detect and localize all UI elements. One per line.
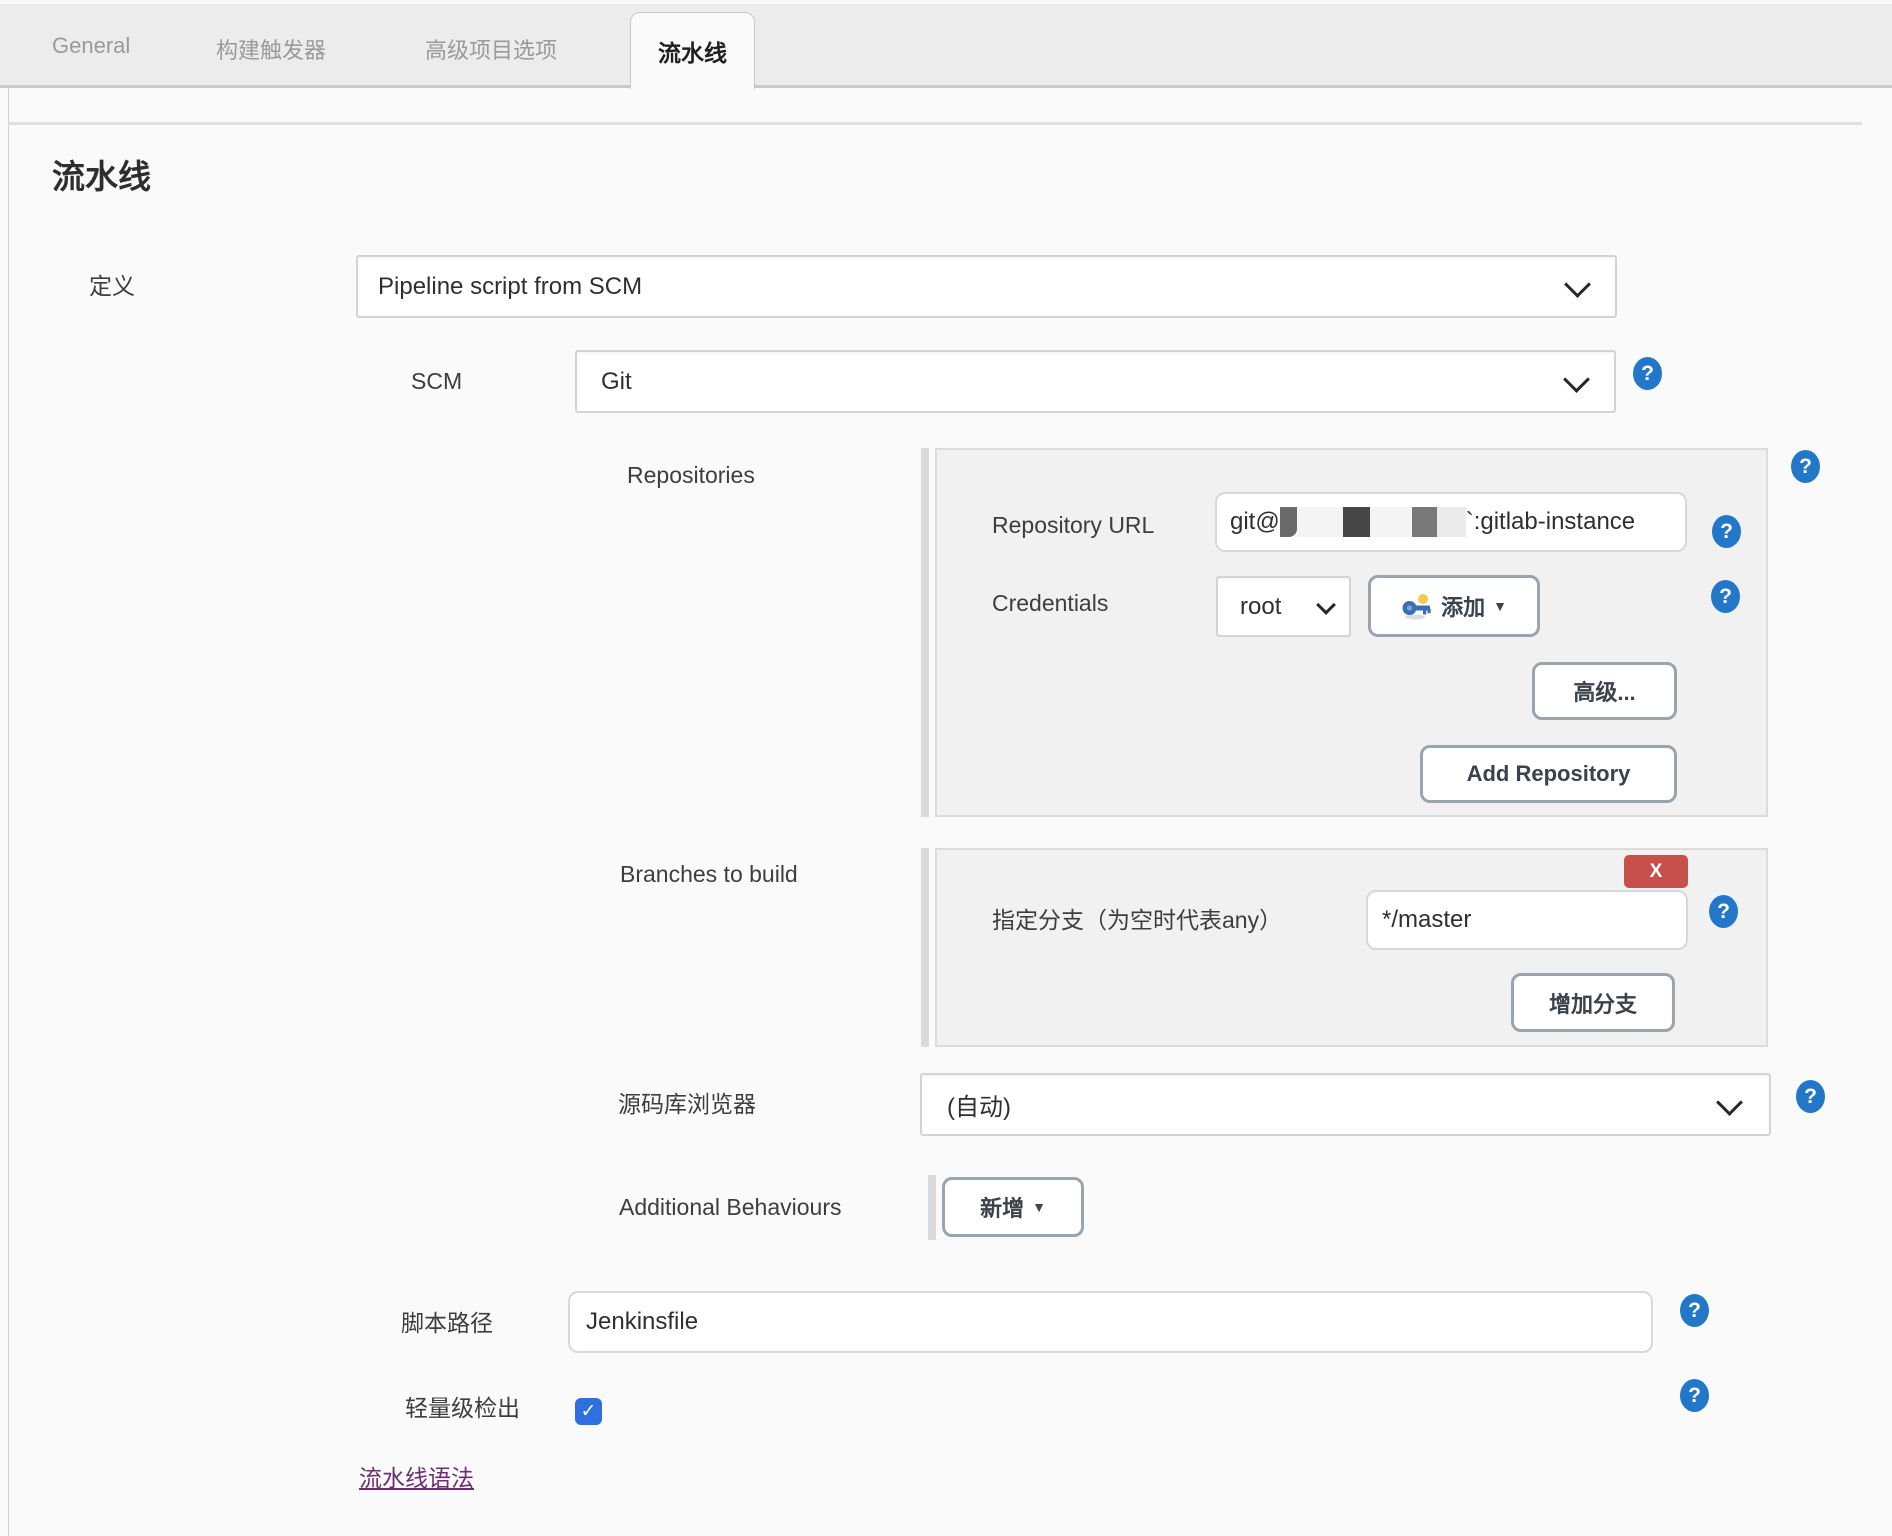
help-glyph: ? [1641,361,1654,385]
repository-browser-help-icon[interactable]: ? [1796,1080,1825,1113]
branch-specifier-label: 指定分支（为空时代表any） [992,907,1283,933]
repositories-help-icon[interactable]: ? [1791,450,1820,483]
branch-specifier-input[interactable]: */master [1366,890,1688,950]
script-path-value: Jenkinsfile [586,1308,699,1335]
delete-branch-button[interactable]: X [1624,855,1688,888]
content-left-border [8,88,9,1536]
add-credentials-button[interactable]: 添加 ▼ [1368,575,1540,637]
repositories-label: Repositories [627,462,755,488]
branches-label: Branches to build [620,861,798,887]
help-glyph: ? [1688,1383,1701,1407]
repository-url-label: Repository URL [992,512,1155,538]
redacted-block [1296,507,1343,537]
help-glyph: ? [1717,899,1730,923]
credentials-select-value: root [1240,592,1282,620]
tab-pipeline[interactable]: 流水线 [630,12,755,89]
help-glyph: ? [1720,519,1733,543]
additional-behaviours-accent-bar [928,1175,936,1240]
definition-select[interactable]: Pipeline script from SCM [356,255,1617,318]
repository-browser-select[interactable]: (自动) [920,1073,1771,1136]
repository-url-prefix: git@ [1230,508,1280,535]
pipeline-syntax-link[interactable]: 流水线语法 [359,1459,474,1493]
help-glyph: ? [1719,584,1732,608]
lightweight-checkout-checkbox[interactable]: ✓ [575,1398,602,1425]
check-icon: ✓ [580,1401,597,1422]
credentials-select[interactable]: root [1216,576,1351,637]
tab-bar-border [0,85,1892,88]
script-path-input[interactable]: Jenkinsfile [568,1291,1653,1353]
repository-url-suffix: `:gitlab-instance [1465,508,1636,535]
header-divider [8,122,1862,125]
scm-select-value: Git [601,367,632,395]
delete-branch-label: X [1649,860,1663,882]
help-glyph: ? [1804,1084,1817,1108]
scm-help-icon[interactable]: ? [1633,357,1662,390]
help-glyph: ? [1799,454,1812,478]
help-glyph: ? [1688,1298,1701,1322]
pipeline-config-page: General 构建触发器 高级项目选项 流水线 流水线 定义 Pipeline… [0,0,1892,1536]
add-credentials-label: 添加 [1441,595,1486,620]
tab-general[interactable]: General [52,33,130,59]
add-repository-button[interactable]: Add Repository [1420,745,1677,803]
branch-specifier-value: */master [1382,906,1472,933]
credentials-label: Credentials [992,590,1109,616]
tab-advanced-options[interactable]: 高级项目选项 [425,33,557,65]
repositories-accent-bar [921,448,929,817]
key-icon [1401,593,1433,620]
tab-build-triggers[interactable]: 构建触发器 [216,33,326,65]
tab-pipeline-label: 流水线 [658,40,727,66]
page-title: 流水线 [52,158,151,195]
repository-browser-label: 源码库浏览器 [618,1091,756,1117]
repository-browser-value: (自动) [947,1094,1011,1121]
redacted-block [1342,507,1370,537]
add-repository-button-label: Add Repository [1466,761,1631,786]
additional-behaviours-label: Additional Behaviours [619,1194,842,1220]
chevron-down-icon [1716,1088,1743,1116]
add-behaviour-button-label: 新增 [980,1196,1025,1221]
advanced-button-label: 高级... [1573,680,1636,705]
chevron-down-icon [1316,594,1336,615]
lightweight-checkout-help-icon[interactable]: ? [1680,1379,1709,1412]
scm-label: SCM [411,368,463,394]
caret-down-icon: ▼ [1032,1199,1046,1215]
redacted-block [1279,507,1297,537]
definition-label: 定义 [89,273,135,299]
redacted-block [1411,507,1437,537]
chevron-down-icon [1563,365,1590,393]
branches-accent-bar [921,848,929,1047]
scm-select[interactable]: Git [575,350,1616,413]
redacted-block [1369,507,1412,537]
add-behaviour-button[interactable]: 新增 ▼ [942,1177,1084,1237]
chevron-down-icon [1564,270,1591,298]
script-path-help-icon[interactable]: ? [1680,1294,1709,1327]
repository-url-help-icon[interactable]: ? [1712,515,1741,548]
redacted-block [1436,507,1466,537]
definition-select-value: Pipeline script from SCM [378,272,643,300]
credentials-help-icon[interactable]: ? [1711,580,1740,613]
advanced-button[interactable]: 高级... [1532,662,1677,720]
caret-down-icon: ▼ [1493,598,1507,614]
repository-url-input[interactable]: git@ `:gitlab-instance [1215,492,1687,552]
script-path-label: 脚本路径 [401,1310,493,1336]
branch-specifier-help-icon[interactable]: ? [1709,895,1738,928]
lightweight-checkout-label: 轻量级检出 [405,1395,520,1421]
add-branch-button-label: 增加分支 [1548,991,1637,1017]
add-branch-button[interactable]: 增加分支 [1511,973,1675,1032]
